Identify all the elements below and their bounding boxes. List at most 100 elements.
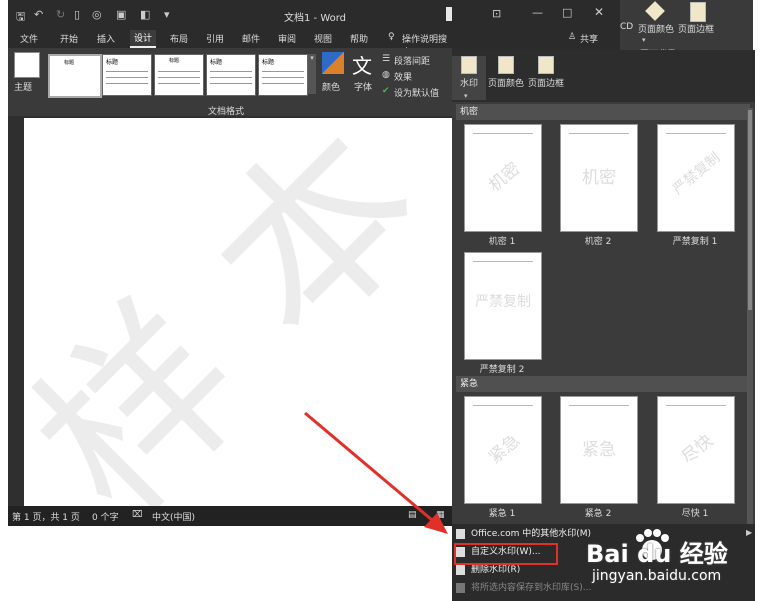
- page-color-icon[interactable]: [645, 1, 665, 21]
- watermark-label: 紧急 1: [488, 509, 516, 519]
- effects-icon[interactable]: ◍: [382, 70, 390, 80]
- page-color-label: 页面颜色: [487, 79, 524, 89]
- close-icon[interactable]: ✕: [594, 5, 604, 19]
- baidu-logo-text: Bai du 经验: [586, 540, 728, 568]
- page-icon[interactable]: ◧: [140, 8, 150, 21]
- set-default-button[interactable]: 设为默认值: [394, 86, 439, 99]
- print-layout-icon[interactable]: ▦: [436, 510, 445, 520]
- watermark-option-confidential-2[interactable]: 机密: [560, 124, 638, 232]
- watermark-option-urgent-2[interactable]: 紧急: [560, 396, 638, 504]
- title-bar: 🖫 ↶ ↻ ▯ ◎ ▣ ◧ ▾ 文档1 - Word 登录: [8, 0, 452, 30]
- window-title: 文档1 - Word: [284, 13, 347, 24]
- baidu-jingyan-logo: Bai du 经验 jingyan.baidu.com: [572, 528, 752, 588]
- page-borders-icon[interactable]: [690, 2, 706, 22]
- watermark-button-label: 水印: [459, 79, 478, 89]
- maximize-icon[interactable]: □: [562, 6, 572, 19]
- share-button[interactable]: 共享: [580, 32, 598, 45]
- new-doc-icon[interactable]: ▯: [74, 8, 80, 21]
- undo-icon[interactable]: ↶: [34, 8, 43, 21]
- page-count[interactable]: 第 1 页，共 1 页: [12, 510, 80, 523]
- watermark-label: 机密 2: [584, 237, 612, 247]
- redo-icon[interactable]: ↻: [56, 8, 65, 21]
- watermark-button[interactable]: 水印: [452, 56, 486, 100]
- highlight-box: [454, 543, 558, 565]
- watermark-option-do-not-copy-2[interactable]: 严禁复制: [464, 252, 542, 360]
- tab-references[interactable]: 引用: [206, 32, 224, 45]
- page-borders-button[interactable]: 页面边框: [678, 22, 714, 35]
- style-set-thumb-5[interactable]: 标题: [258, 54, 308, 96]
- style-gallery-more-icon[interactable]: ▾: [308, 54, 316, 94]
- watermark-label: 尽快 1: [681, 509, 709, 519]
- ribbon-display-icon[interactable]: ⊡: [492, 7, 501, 20]
- style-set-thumb-2[interactable]: 标题: [102, 54, 152, 96]
- theme-button-label[interactable]: 主题: [14, 80, 32, 93]
- colors-icon[interactable]: [322, 52, 344, 74]
- watermark-panel: 水印 页面颜色 页面边框 ▾ 机密 机密 机密 1 机密 机密 2 严禁复制 严…: [452, 50, 755, 601]
- watermark-text: 样 本: [24, 118, 452, 506]
- style-set-thumb-4[interactable]: 标题: [206, 54, 256, 96]
- tab-home[interactable]: 开始: [60, 32, 78, 45]
- word-count[interactable]: 0 个字: [92, 510, 119, 523]
- watermark-option-confidential-1[interactable]: 机密: [464, 124, 542, 232]
- dropdown-icon[interactable]: ▾: [642, 36, 646, 44]
- print-preview-icon[interactable]: ▣: [116, 8, 126, 21]
- style-thumb-title: 标题: [210, 59, 223, 66]
- tab-review[interactable]: 审阅: [278, 32, 296, 45]
- tab-file[interactable]: 文件: [20, 32, 38, 45]
- style-set-thumb-1[interactable]: 标题: [48, 54, 102, 98]
- watermark-preview-text: 尽快: [678, 430, 718, 469]
- tab-mailings[interactable]: 邮件: [242, 32, 260, 45]
- status-bar: 第 1 页，共 1 页 0 个字 ⌧ 中文(中国) ▤ ▦: [8, 506, 452, 526]
- user-icon[interactable]: ♙: [568, 32, 576, 42]
- style-thumb-title: 标题: [64, 60, 75, 66]
- tab-insert[interactable]: 插入: [97, 32, 115, 45]
- check-icon: ✔: [382, 86, 390, 96]
- menu-more-watermarks-office[interactable]: Office.com 中的其他水印(M): [456, 526, 591, 542]
- paragraph-spacing-button[interactable]: 段落间距: [394, 54, 430, 67]
- section-header-confidential: 机密: [456, 104, 750, 120]
- theme-icon[interactable]: [14, 52, 40, 78]
- style-thumb-title: 标题: [169, 58, 180, 64]
- fonts-icon[interactable]: 文: [352, 50, 372, 79]
- style-set-thumb-3[interactable]: 标题: [154, 54, 204, 96]
- colors-button-label[interactable]: 颜色: [322, 80, 340, 93]
- watermark-preview-text: 严禁复制: [670, 149, 724, 198]
- baidu-url: jingyan.baidu.com: [592, 568, 722, 584]
- watermark-preview-text: 紧急: [582, 440, 616, 460]
- language-indicator[interactable]: 中文(中国): [152, 510, 195, 523]
- fonts-button-label[interactable]: 字体: [354, 80, 372, 93]
- watermark-icon: [461, 56, 477, 74]
- watermark-label: 严禁复制 2: [479, 365, 525, 375]
- style-thumb-title: 标题: [106, 59, 119, 66]
- tab-help[interactable]: 帮助: [350, 32, 368, 45]
- customize-qat-icon[interactable]: ▾: [164, 8, 170, 21]
- tab-view[interactable]: 视图: [314, 32, 332, 45]
- paragraph-spacing-icon[interactable]: ☰: [382, 54, 390, 64]
- watermark-option-urgent-1[interactable]: 紧急: [464, 396, 542, 504]
- page-color-icon-2: [498, 56, 514, 74]
- page-color-button-2[interactable]: 页面颜色: [486, 56, 526, 89]
- save-icon[interactable]: 🖫: [16, 8, 25, 27]
- touch-mode-icon[interactable]: ◎: [92, 8, 102, 21]
- save-to-gallery-icon: [456, 582, 465, 593]
- proofing-icon[interactable]: ⌧: [132, 510, 142, 520]
- document-page[interactable]: 样 本: [24, 118, 452, 506]
- read-mode-icon[interactable]: ▤: [408, 510, 417, 520]
- watermark-option-asap-1[interactable]: 尽快: [657, 396, 735, 504]
- watermark-label: 严禁复制 1: [672, 237, 718, 247]
- page-borders-button-2[interactable]: 页面边框: [526, 56, 566, 89]
- word-window: 🖫 ↶ ↻ ▯ ◎ ▣ ◧ ▾ 文档1 - Word 登录 文件 开始 插入 设…: [8, 0, 452, 526]
- page-borders-icon-2: [538, 56, 554, 74]
- gallery-scrollbar-thumb[interactable]: [748, 110, 752, 310]
- remove-watermark-icon: [456, 564, 465, 575]
- panel-header: 水印 页面颜色 页面边框 ▾: [452, 50, 755, 102]
- document-area: 样 本: [8, 116, 452, 506]
- watermark-dropdown-icon[interactable]: ▾: [464, 92, 468, 100]
- page-color-button[interactable]: 页面颜色: [638, 22, 674, 35]
- effects-button[interactable]: 效果: [394, 70, 412, 83]
- tab-design[interactable]: 设计: [130, 30, 157, 48]
- watermark-option-do-not-copy-1[interactable]: 严禁复制: [657, 124, 735, 232]
- style-thumb-title: 标题: [262, 59, 275, 66]
- tab-layout[interactable]: 布局: [170, 32, 188, 45]
- minimize-icon[interactable]: —: [532, 6, 543, 19]
